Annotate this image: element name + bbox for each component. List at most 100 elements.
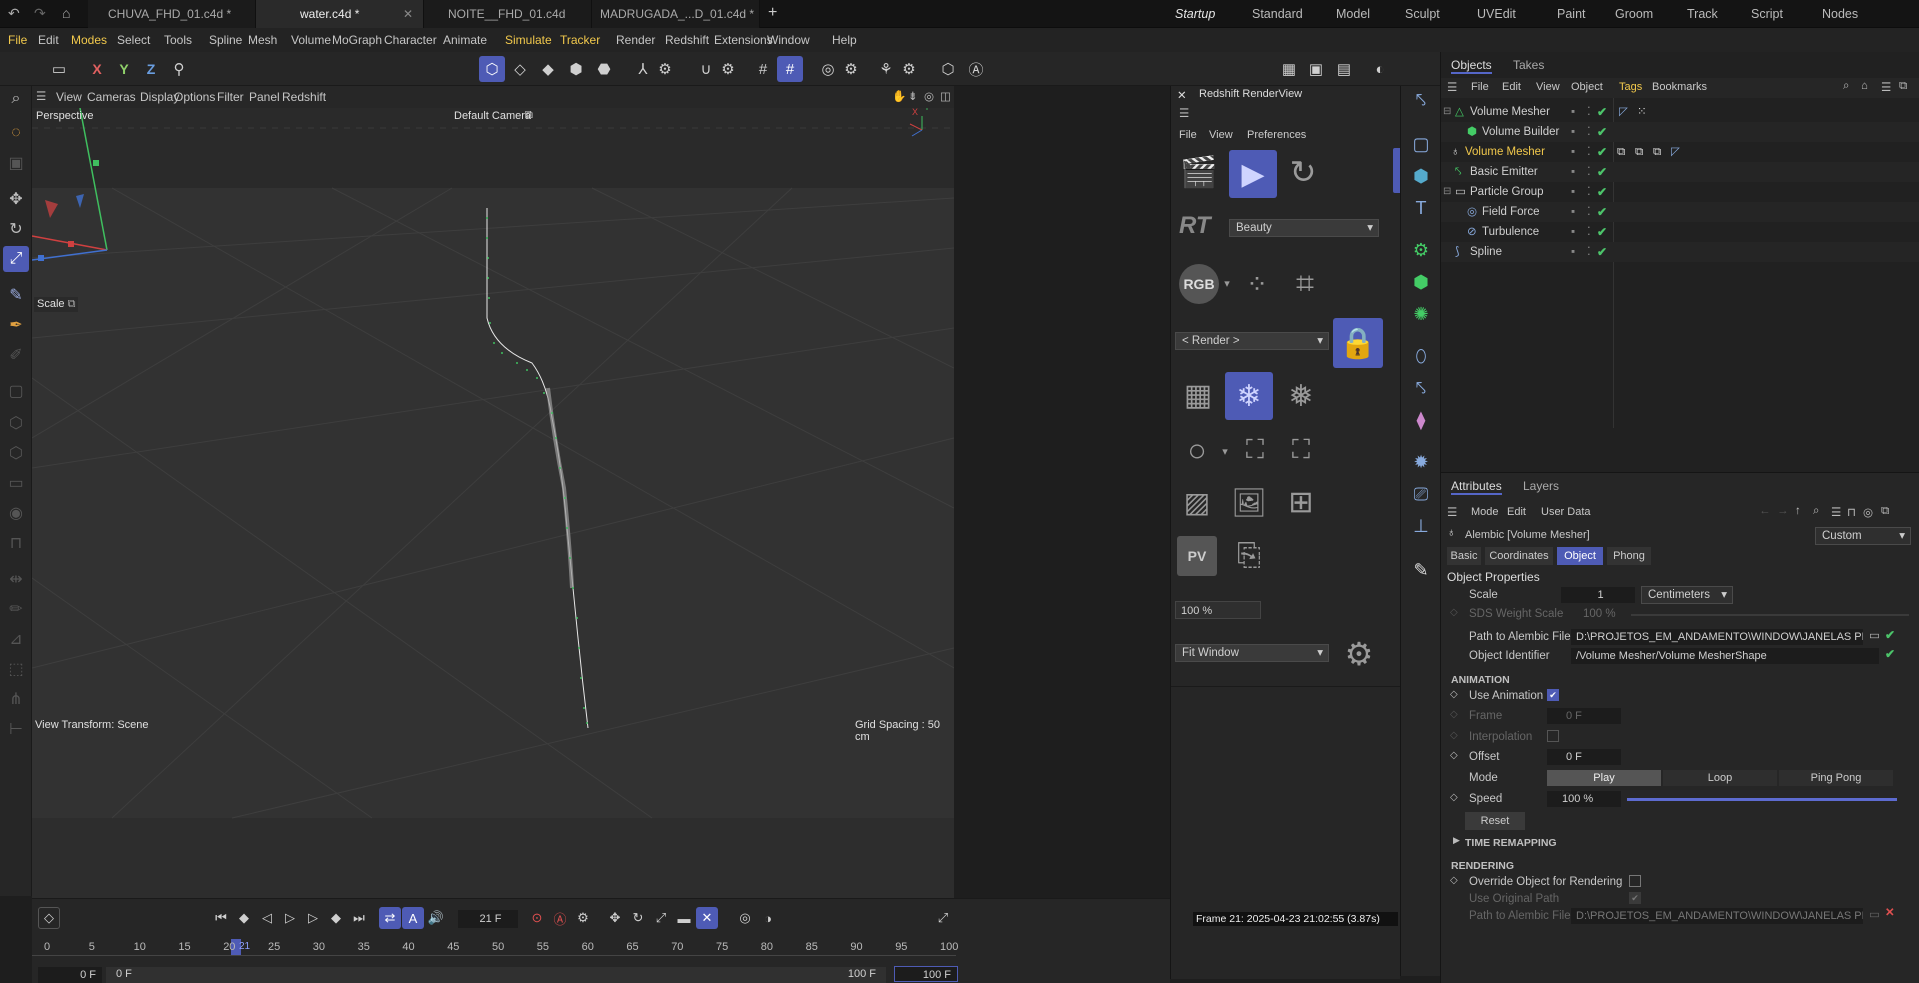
- speed-slider[interactable]: [1627, 798, 1897, 801]
- objects-menu-bookmarks[interactable]: Bookmarks: [1652, 81, 1707, 93]
- viewport-menu-panel[interactable]: Panel: [249, 86, 280, 108]
- motion-icon[interactable]: ◎: [734, 907, 756, 929]
- scale-icon[interactable]: ⤢: [3, 246, 29, 272]
- layer-icon[interactable]: ▪: [1571, 102, 1575, 122]
- keyframe-icon[interactable]: ◇: [1450, 750, 1458, 761]
- image-icon[interactable]: 🖼: [1229, 482, 1269, 522]
- tab-takes[interactable]: Takes: [1513, 56, 1544, 74]
- alembic-tag-icon[interactable]: ⧉: [1635, 142, 1643, 162]
- list-item[interactable]: ⟆ Spline ▪ ⁚ ✔: [1441, 242, 1919, 262]
- document-tab[interactable]: NOITE__FHD_01.c4d: [424, 0, 592, 28]
- current-frame-field[interactable]: 21 F: [458, 910, 518, 928]
- folder-icon[interactable]: ▭: [1869, 628, 1880, 642]
- next-key-icon[interactable]: ◆: [325, 907, 347, 929]
- key-param-icon[interactable]: ▬: [673, 907, 695, 929]
- viewport-perspective[interactable]: Perspective Default Camera ⧉ X Y Scale ⧉…: [32, 108, 954, 898]
- workplane-tool-icon[interactable]: ▭: [3, 470, 29, 496]
- menu-mesh[interactable]: Volume: [291, 28, 331, 52]
- brush-icon[interactable]: ✏: [3, 596, 29, 622]
- mirror-icon[interactable]: ⇹: [3, 566, 29, 592]
- key-rotation-icon[interactable]: ↻: [627, 907, 649, 929]
- polygon-pen-icon[interactable]: ✐: [3, 342, 29, 368]
- keyframe-icon[interactable]: ◇: [1450, 875, 1458, 886]
- tag-icon[interactable]: ⬯: [1407, 342, 1435, 370]
- preset-dropdown[interactable]: Custom: [1815, 527, 1911, 545]
- objects-menu-view[interactable]: View: [1536, 81, 1560, 93]
- layout-uvedit[interactable]: UVEdit: [1477, 0, 1516, 28]
- list-item-selected[interactable]: ♁ Volume Mesher ▪ ⁚ ✔ ⧉ ⧉ ⧉ ◸: [1441, 142, 1919, 162]
- aov-dropdown[interactable]: Beauty: [1229, 219, 1379, 237]
- search-icon[interactable]: ⌕: [1843, 80, 1849, 93]
- mode-ping-pong-button[interactable]: Ping Pong: [1779, 770, 1893, 786]
- hamburger-icon[interactable]: ☰: [1447, 80, 1457, 94]
- camera-name[interactable]: Default Camera: [454, 110, 531, 122]
- maximize-view-icon[interactable]: ◫: [940, 89, 951, 103]
- menu-tracker[interactable]: Render: [616, 28, 655, 52]
- zoom-field[interactable]: 100 %: [1175, 601, 1261, 619]
- play-icon[interactable]: ▷: [279, 907, 301, 929]
- range-slider[interactable]: 0 F 100 F: [106, 967, 886, 983]
- loop-icon[interactable]: ⇄: [379, 907, 401, 929]
- layer-icon[interactable]: ▪: [1571, 142, 1575, 162]
- render-region-icon[interactable]: ▦: [1276, 56, 1302, 82]
- layer-icon[interactable]: ▪: [1571, 182, 1575, 202]
- undo-icon[interactable]: ↶: [8, 5, 20, 22]
- home-icon[interactable]: ⌂: [1861, 80, 1868, 92]
- timeline-expand-icon[interactable]: ⤢: [932, 907, 954, 929]
- fit-window-dropdown[interactable]: Fit Window: [1175, 644, 1329, 662]
- layout-paint[interactable]: Paint: [1557, 0, 1586, 28]
- home-icon[interactable]: ⌂: [62, 5, 70, 21]
- keyframe-icon[interactable]: ◇: [1450, 792, 1458, 803]
- list-item[interactable]: ⊟ △ Volume Mesher ▪ ⁚ ✔ ◸ ⁙: [1441, 102, 1919, 122]
- add-tab-icon[interactable]: +: [768, 4, 777, 22]
- cube-icon[interactable]: ⬢: [1407, 162, 1435, 190]
- lock-x-button[interactable]: X: [84, 56, 110, 82]
- enabled-check-icon[interactable]: ✔: [1597, 122, 1607, 142]
- enabled-check-icon[interactable]: ✔: [1597, 242, 1607, 262]
- next-frame-icon[interactable]: ▷: [302, 907, 324, 929]
- symmetry-settings-icon[interactable]: ⚙: [896, 56, 922, 82]
- visibility-dots-icon[interactable]: ⁚: [1587, 142, 1591, 162]
- path2-field[interactable]: D:\PROJETOS_EM_ANDAMENTO\WINDOW\JANELAS …: [1571, 908, 1863, 924]
- keyframe-icon[interactable]: ◇: [1450, 730, 1458, 741]
- search-icon[interactable]: ⌕: [1813, 505, 1819, 518]
- snowflake-g-icon[interactable]: ❅: [1279, 374, 1323, 418]
- menu-file[interactable]: File: [8, 28, 27, 52]
- menu-animate[interactable]: Simulate: [505, 28, 552, 52]
- hamburger-icon[interactable]: ☰: [1179, 106, 1189, 120]
- coordinates-icon[interactable]: ⤣: [1407, 86, 1435, 114]
- layout-groom[interactable]: Groom: [1615, 0, 1653, 28]
- mode-loop-button[interactable]: Loop: [1663, 770, 1777, 786]
- viewport-menu-options[interactable]: Options: [174, 86, 215, 108]
- viewport-menu-view[interactable]: View: [56, 86, 82, 108]
- pan-icon[interactable]: ✋: [892, 89, 906, 103]
- edit-icon[interactable]: ✎: [1407, 556, 1435, 584]
- key-pla-icon[interactable]: ✕: [696, 907, 718, 929]
- key-scale-icon[interactable]: ⤢: [650, 907, 672, 929]
- renderview-menu-preferences[interactable]: Preferences: [1247, 129, 1306, 141]
- layer-icon[interactable]: ▪: [1571, 202, 1575, 222]
- lock-z-button[interactable]: Z: [138, 56, 164, 82]
- focus-icon[interactable]: ⛶: [1235, 430, 1275, 470]
- points-mode-icon[interactable]: ◇: [507, 56, 533, 82]
- tab-coordinates[interactable]: Coordinates: [1485, 547, 1553, 565]
- rgb-channel-button[interactable]: RGB: [1179, 264, 1219, 304]
- chevron-down-icon[interactable]: ▾: [1217, 442, 1233, 460]
- close-icon[interactable]: ✕: [1177, 88, 1187, 102]
- document-tab[interactable]: MADRUGADA_...D_01.c4d *: [592, 0, 760, 28]
- bevel-icon[interactable]: ⬚: [3, 656, 29, 682]
- document-tab[interactable]: CHUVA_FHD_01.c4d *: [88, 0, 256, 28]
- menu-redshift[interactable]: Extensions: [714, 28, 773, 52]
- sound-icon[interactable]: 🔊: [425, 907, 447, 929]
- close-icon[interactable]: ✕: [403, 0, 413, 28]
- render-settings-icon[interactable]: ▤: [1331, 56, 1357, 82]
- viewport-menu-filter[interactable]: Filter: [217, 86, 244, 108]
- keyframe-diamond-icon[interactable]: ◇: [38, 907, 60, 929]
- tab-objects[interactable]: Objects: [1451, 56, 1492, 74]
- list-item[interactable]: ◎ Field Force ▪ ⁚ ✔: [1441, 202, 1919, 222]
- use-animation-checkbox[interactable]: ✔: [1547, 689, 1559, 701]
- circle-icon[interactable]: ○: [1177, 430, 1217, 470]
- path-field[interactable]: D:\PROJETOS_EM_ANDAMENTO\WINDOW\JANELAS …: [1571, 629, 1863, 645]
- previous-frame-icon[interactable]: ◁: [256, 907, 278, 929]
- override-checkbox[interactable]: [1629, 875, 1641, 887]
